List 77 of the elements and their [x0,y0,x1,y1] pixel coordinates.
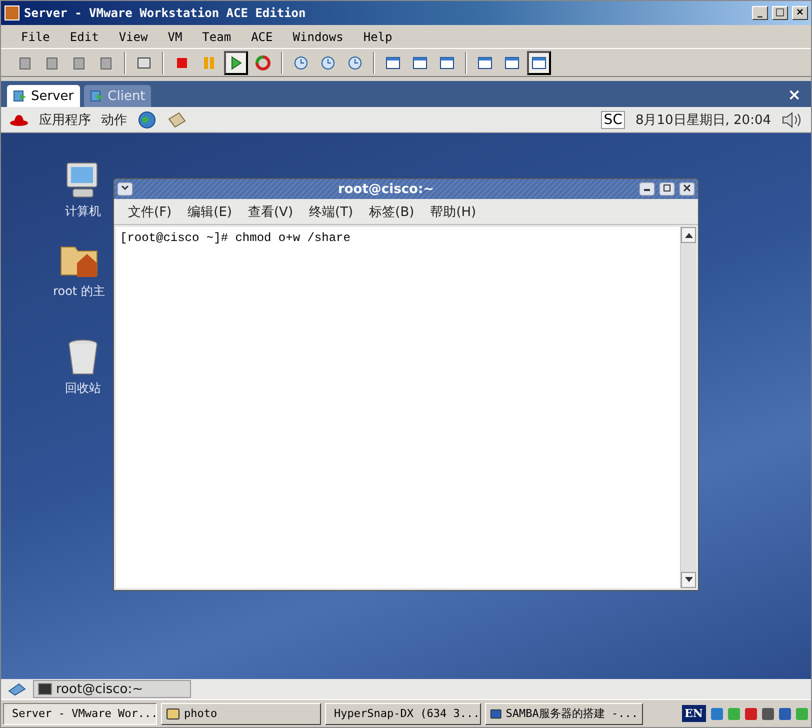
toolbar-button[interactable] [527,50,551,74]
menu-item[interactable]: 帮助(H) [424,200,482,222]
menu-item[interactable]: 查看(V) [242,200,300,222]
scrollbar[interactable] [680,227,696,588]
view-icon [504,54,520,70]
hat-icon [9,112,29,126]
snapshot-icon [71,54,87,70]
taskbar-button[interactable]: HyperSnap-DX (634 3... [325,702,481,724]
word-icon [490,706,502,720]
input-method-indicator[interactable]: SC [600,110,626,128]
clock-icon [293,54,309,70]
desktop-icon-label[interactable]: root 的主 [53,283,105,300]
vm-icon [4,5,20,21]
scroll-up-icon[interactable] [684,232,692,238]
menu-item[interactable]: 终端(T) [303,200,360,222]
tray-icon[interactable] [778,706,792,720]
vm-icon [90,89,104,103]
snapshot-icon [44,54,60,70]
panel-menu[interactable]: 应用程序 [39,110,91,128]
taskbar-button[interactable]: photo [161,702,321,724]
tray-icon[interactable] [710,706,724,720]
close-icon [683,184,691,192]
menu-item[interactable]: Help [355,28,400,46]
view-icon [531,54,547,70]
chevron-down-icon [121,185,129,191]
tray-icon[interactable] [761,706,775,720]
maximize-icon [663,184,671,192]
close-tab-button[interactable]: × [784,84,805,104]
desktop-icon-label[interactable]: 计算机 [65,203,101,220]
pause-icon [201,54,217,70]
globe-icon[interactable] [137,110,157,130]
menu-item[interactable]: Team [194,28,240,46]
reset-icon [255,54,271,70]
terminal-icon [38,683,52,695]
menu-item[interactable]: Windows [284,28,352,46]
snapshot-icon [17,54,33,70]
view-icon [439,54,455,70]
language-indicator[interactable]: EN [682,705,706,722]
view-icon [412,54,428,70]
window-control-button[interactable]: _ [752,6,768,20]
terminal-line: [root@cisco ~]# chmod o+w /share [120,231,352,245]
window-control-button[interactable]: □ [772,6,788,20]
scroll-down-icon[interactable] [684,577,692,583]
close-button[interactable] [679,182,695,196]
vm-icon [13,89,27,103]
clock-icon [347,54,363,70]
menu-item[interactable]: 标签(B) [363,200,420,222]
panel-clock[interactable]: 8月10日星期日, 20:04 [635,110,771,128]
desktop-icon-label[interactable]: 回收站 [65,380,101,397]
folder-icon [166,706,180,720]
menu-item[interactable]: 文件(F) [122,200,178,222]
window-control-button[interactable]: × [792,6,808,20]
menu-item[interactable]: ACE [243,28,281,46]
menu-item[interactable]: VM [160,28,190,46]
menu-item[interactable]: 编辑(E) [182,200,238,222]
show-desktop-icon[interactable] [7,681,27,697]
screen-icon [136,54,152,70]
terminal-title: root@cisco:~ [336,182,436,196]
panel-menu[interactable]: 动作 [101,110,127,128]
toolbar-button[interactable] [224,50,248,74]
task-button[interactable]: root@cisco:~ [33,680,191,698]
clock-icon [320,54,336,70]
snapshot-icon [98,54,114,70]
taskbar-button[interactable]: Server - VMware Wor... [3,702,157,724]
menu-item[interactable]: Edit [62,28,107,46]
minimize-button[interactable] [639,182,655,196]
maximize-button[interactable] [659,182,675,196]
menu-item[interactable]: View [110,28,156,46]
taskbar-button[interactable]: SAMBA服务器的搭建 -... [485,702,643,724]
vm-tab[interactable]: Server [7,85,80,107]
menu-item[interactable]: File [13,28,58,46]
volume-icon[interactable] [781,110,803,128]
tray-icon[interactable] [744,706,758,720]
window-title: Server - VMware Workstation ACE Edition [24,6,307,20]
view-icon [385,54,401,70]
window-menu-button[interactable] [117,182,133,196]
view-icon [477,54,493,70]
